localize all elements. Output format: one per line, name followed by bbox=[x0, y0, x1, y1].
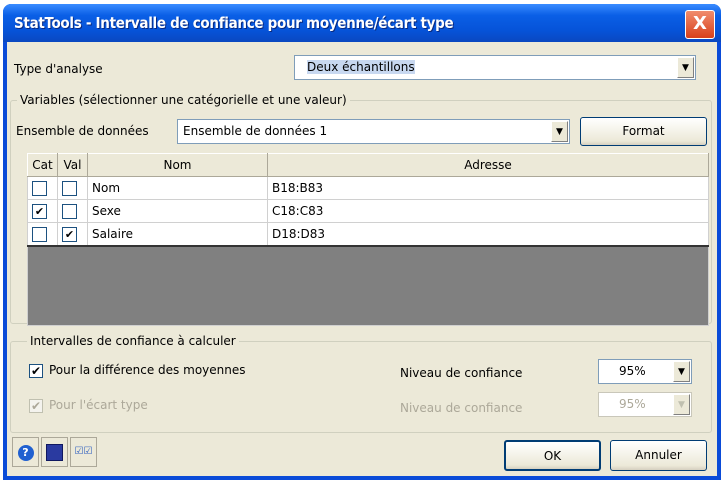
close-button[interactable]: X bbox=[685, 10, 715, 39]
std-level-select[interactable]: 95% ▼ bbox=[598, 392, 692, 417]
mean-level-label: Niveau de confiance bbox=[400, 366, 523, 380]
help-button[interactable]: ? bbox=[12, 437, 39, 467]
ok-button[interactable]: OK bbox=[504, 440, 601, 471]
save-icon bbox=[46, 444, 63, 461]
val-checkbox[interactable]: ✔ bbox=[62, 226, 77, 242]
adresse-cell: B18:B83 bbox=[267, 176, 709, 200]
column-header-nom[interactable]: Nom bbox=[87, 153, 268, 177]
cat-checkbox[interactable]: ✔ bbox=[32, 203, 47, 219]
adresse-cell: C18:C83 bbox=[267, 199, 709, 223]
chevron-down-icon[interactable]: ▼ bbox=[551, 121, 568, 142]
column-header-val[interactable]: Val bbox=[57, 153, 88, 177]
table-empty-area bbox=[27, 245, 709, 326]
chevron-down-icon[interactable]: ▼ bbox=[677, 57, 694, 78]
dataset-label: Ensemble de données bbox=[16, 124, 149, 138]
chevron-down-icon[interactable]: ▼ bbox=[673, 361, 690, 382]
nom-cell: Sexe bbox=[87, 199, 268, 223]
mean-level-select[interactable]: 95% ▼ bbox=[598, 359, 692, 384]
mean-diff-checkbox[interactable]: ✔ bbox=[29, 364, 43, 378]
intervals-group: Intervalles de confiance à calculer bbox=[10, 334, 712, 433]
select-all-button[interactable]: ☑☑ bbox=[70, 437, 97, 467]
nom-cell: Nom bbox=[87, 176, 268, 200]
std-level-label: Niveau de confiance bbox=[400, 401, 523, 415]
val-checkbox[interactable] bbox=[62, 180, 77, 196]
mean-level-value: 95% bbox=[619, 364, 646, 378]
analysis-type-select[interactable]: Deux échantillons ▼ bbox=[294, 55, 696, 80]
table-row[interactable]: Nom B18:B83 bbox=[27, 176, 709, 200]
chevron-down-icon[interactable]: ▼ bbox=[673, 394, 690, 415]
mean-diff-label: Pour la différence des moyennes bbox=[49, 363, 246, 377]
variables-table: Cat Val Nom Adresse Nom B18:B83 ✔ Sexe C1… bbox=[27, 153, 709, 326]
cat-checkbox[interactable] bbox=[32, 180, 47, 196]
cat-cell: ✔ bbox=[27, 199, 58, 223]
cat-cell bbox=[27, 176, 58, 200]
table-row[interactable]: ✔ Salaire D18:D83 bbox=[27, 222, 709, 247]
cat-cell bbox=[27, 222, 58, 247]
std-label: Pour l'écart type bbox=[49, 398, 148, 412]
help-icon: ? bbox=[17, 445, 34, 461]
checkboxes-icon: ☑☑ bbox=[74, 446, 93, 457]
val-cell bbox=[57, 199, 88, 223]
title-bar: StatTools - Intervalle de confiance pour… bbox=[3, 4, 721, 42]
std-checkbox[interactable]: ✔ bbox=[29, 399, 43, 413]
cat-checkbox[interactable] bbox=[32, 226, 47, 242]
dialog-body: Type d'analyse Deux échantillons ▼ Varia… bbox=[7, 42, 717, 476]
dataset-select[interactable]: Ensemble de données 1 ▼ bbox=[177, 119, 570, 144]
table-row[interactable]: ✔ Sexe C18:C83 bbox=[27, 199, 709, 223]
save-button[interactable] bbox=[41, 437, 68, 467]
format-button[interactable]: Format bbox=[580, 117, 707, 146]
window-title: StatTools - Intervalle de confiance pour… bbox=[14, 14, 454, 32]
cancel-button[interactable]: Annuler bbox=[610, 440, 707, 471]
column-header-adresse[interactable]: Adresse bbox=[267, 153, 709, 177]
val-checkbox[interactable] bbox=[62, 203, 77, 219]
nom-cell: Salaire bbox=[87, 222, 268, 247]
variables-legend: Variables (sélectionner une catégorielle… bbox=[17, 93, 350, 107]
dataset-value: Ensemble de données 1 bbox=[183, 124, 328, 138]
analysis-type-label: Type d'analyse bbox=[14, 62, 103, 76]
val-cell bbox=[57, 176, 88, 200]
val-cell: ✔ bbox=[57, 222, 88, 247]
std-level-value: 95% bbox=[619, 397, 646, 411]
analysis-type-value: Deux échantillons bbox=[307, 60, 415, 74]
intervals-legend: Intervalles de confiance à calculer bbox=[27, 334, 239, 348]
adresse-cell: D18:D83 bbox=[267, 222, 709, 247]
dialog-window: StatTools - Intervalle de confiance pour… bbox=[3, 4, 721, 480]
column-header-cat[interactable]: Cat bbox=[27, 153, 58, 177]
